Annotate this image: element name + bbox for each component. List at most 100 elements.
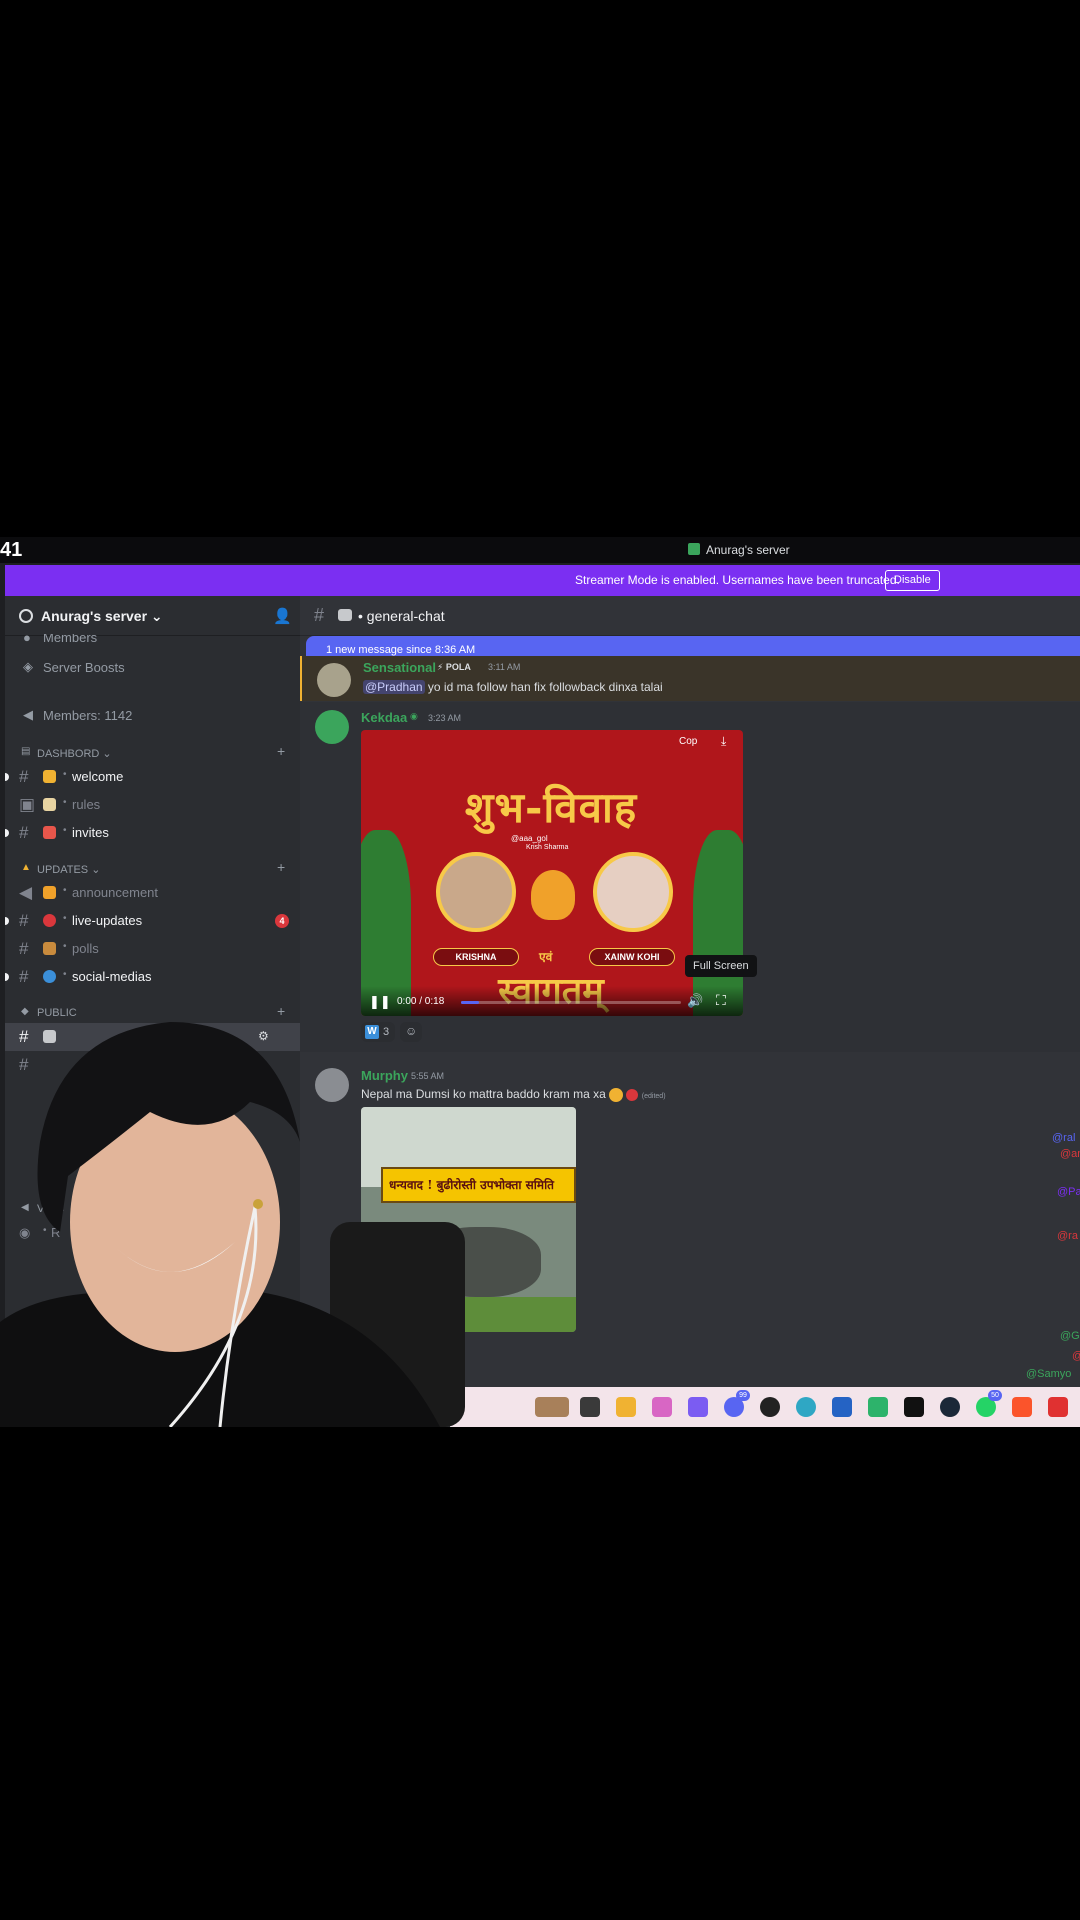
channel-title: • general-chat: [358, 608, 445, 624]
discord-badge: 99: [736, 1390, 750, 1401]
weather-widget-icon[interactable]: [535, 1397, 569, 1417]
name-left: KRISHNA: [433, 948, 519, 966]
windows-taskbar: 99 50: [450, 1387, 1080, 1427]
verified-icon: ◉: [410, 711, 418, 721]
unread-indicator: [5, 973, 9, 981]
channel-live-updates[interactable]: # • live-updates 4: [5, 907, 300, 935]
timestamp: 3:11 AM: [488, 662, 521, 672]
edge-mention[interactable]: @G: [1060, 1330, 1080, 1342]
timestamp: 3:23 AM: [428, 713, 462, 723]
app-icon[interactable]: [868, 1397, 888, 1417]
server-header[interactable]: Anurag's server ⌄ 👤: [5, 596, 300, 636]
title-bar: 41 Anurag's server: [0, 537, 1080, 563]
channel-header: # • general-chat: [300, 596, 1080, 636]
channel-invites[interactable]: # • invites: [5, 819, 300, 847]
category-updates[interactable]: ▲ UPDATES ⌄ +: [5, 859, 300, 879]
hash-icon: #: [314, 605, 325, 625]
channel-welcome[interactable]: # • welcome: [5, 763, 300, 791]
edge-mention[interactable]: @: [1072, 1350, 1080, 1362]
edge-browser-icon[interactable]: [796, 1397, 816, 1417]
clock-fragment: 41: [0, 539, 23, 561]
fullscreen-tooltip: Full Screen: [685, 955, 757, 977]
bell-icon: ▲: [21, 862, 31, 873]
store-icon[interactable]: [832, 1397, 852, 1417]
disable-streamer-mode-button[interactable]: Disable: [885, 570, 940, 591]
avatar[interactable]: [317, 663, 351, 697]
streamer-mode-message: Streamer Mode is enabled. Usernames have…: [575, 573, 900, 587]
invite-people-icon[interactable]: 👤: [273, 607, 292, 625]
handshake-emoji-icon: [338, 609, 352, 621]
channel-announcement[interactable]: ◀ • announcement: [5, 879, 300, 907]
video-caption: Krish Sharma: [526, 844, 569, 851]
edge-mention[interactable]: @ra: [1057, 1230, 1078, 1242]
announcement-icon: ◀: [19, 883, 33, 902]
unread-indicator: [5, 773, 9, 781]
name-conjunction: एवं: [539, 950, 553, 964]
username[interactable]: Sensational: [363, 660, 436, 675]
party-emoji-icon: [43, 826, 56, 839]
streamer-mode-banner: Streamer Mode is enabled. Usernames have…: [5, 565, 1080, 596]
ganesh-image: [531, 870, 575, 920]
name-right: XAINW KOHI: [589, 948, 675, 966]
avatar[interactable]: [315, 710, 349, 744]
hash-icon: #: [19, 823, 29, 842]
groom-photo: [436, 852, 516, 932]
task-view-icon[interactable]: [580, 1397, 600, 1417]
volume-icon[interactable]: 🔊: [687, 993, 703, 1009]
boost-icon: ◈: [23, 659, 33, 674]
megaphone-icon: ◀: [23, 707, 33, 722]
file-explorer-icon[interactable]: [616, 1397, 636, 1417]
megaphone-emoji-icon: [43, 886, 56, 899]
mention-badge: 4: [275, 914, 289, 928]
laughing-emoji-icon: [609, 1087, 624, 1102]
copilot-icon[interactable]: [652, 1397, 672, 1417]
channel-social-medias[interactable]: # • social-medias: [5, 963, 300, 991]
channel-rules[interactable]: ▣ • rules: [5, 791, 300, 819]
add-channel-icon[interactable]: +: [277, 743, 285, 759]
people-icon: ●: [23, 634, 31, 645]
server-avatar-icon: [19, 609, 33, 623]
video-progress-bar[interactable]: [461, 1001, 681, 1004]
window-title: Anurag's server: [706, 543, 790, 557]
message-text: @Pradhan yo id ma follow han fix followb…: [363, 680, 663, 694]
bride-photo: [593, 852, 673, 932]
members-count-row[interactable]: ◀ Members: 1142: [5, 704, 300, 728]
channel-polls[interactable]: # • polls: [5, 935, 300, 963]
members-row[interactable]: ● Members: [5, 634, 300, 648]
user-mention[interactable]: @Pradhan: [363, 680, 425, 694]
hash-icon: #: [19, 911, 29, 930]
brave-icon[interactable]: [1012, 1397, 1032, 1417]
server-name: Anurag's server ⌄: [41, 608, 163, 624]
globe-emoji-icon: [43, 970, 56, 983]
terminal-icon[interactable]: [904, 1397, 924, 1417]
ballot-emoji-icon: [43, 942, 56, 955]
app-icon[interactable]: [688, 1397, 708, 1417]
whatsapp-badge: 50: [988, 1390, 1002, 1401]
server-icon: [688, 543, 700, 555]
scroll-emoji-icon: [43, 798, 56, 811]
steam-icon[interactable]: [940, 1397, 960, 1417]
edited-label: (edited): [641, 1093, 666, 1100]
edge-mention[interactable]: @an: [1060, 1148, 1080, 1160]
hash-icon: #: [19, 967, 29, 986]
server-boosts-row[interactable]: ◈ Server Boosts: [5, 656, 300, 680]
video-handle: @aaa_gol: [511, 834, 548, 843]
add-channel-icon[interactable]: +: [277, 859, 285, 875]
copy-label: Cop: [679, 736, 698, 747]
edge-mention[interactable]: @Pa: [1057, 1186, 1080, 1198]
edge-mention[interactable]: @Samyo: [1026, 1368, 1071, 1380]
obs-icon[interactable]: [760, 1397, 780, 1417]
edge-mention[interactable]: @ral: [1052, 1132, 1075, 1144]
username[interactable]: Kekdaa: [361, 710, 407, 725]
category-dashbord[interactable]: ▤ DASHBORD ⌄ +: [5, 743, 300, 763]
message-sensational: Sensational ⚡ POLA 3:11 AM @Pradhan yo i…: [300, 656, 1080, 701]
app-icon[interactable]: [1048, 1397, 1068, 1417]
fullscreen-icon[interactable]: ⛶: [716, 992, 726, 1009]
webcam-overlay: [0, 1022, 465, 1427]
red-circle-emoji-icon: [43, 914, 56, 927]
scroll-icon: ▤: [21, 746, 31, 757]
download-icon[interactable]: ⤓: [721, 734, 726, 749]
wave-emoji-icon: [43, 770, 56, 783]
unread-indicator: [5, 917, 9, 925]
emoji-icon: [626, 1088, 639, 1101]
